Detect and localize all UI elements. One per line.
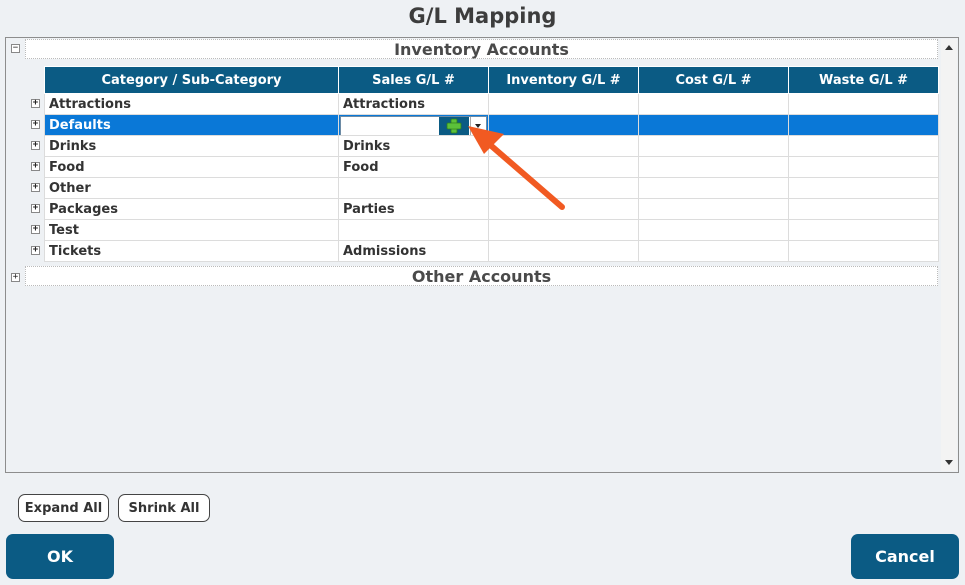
inventory-gl-cell[interactable] [488,156,639,178]
scroll-down-icon[interactable] [945,460,953,465]
inventory-gl-cell[interactable] [488,135,639,157]
category-label: Defaults [49,117,111,133]
chevron-down-icon[interactable] [470,117,486,135]
cost-gl-cell[interactable] [638,177,789,199]
waste-gl-cell[interactable] [788,198,939,220]
category-label: Attractions [49,96,131,112]
column-header-cost-gl[interactable]: Cost G/L # [638,66,789,94]
cost-gl-cell[interactable] [638,240,789,262]
waste-gl-cell[interactable] [788,156,939,178]
sales-gl-cell[interactable]: Drinks [338,135,489,157]
cancel-button[interactable]: Cancel [851,534,959,579]
inventory-gl-cell[interactable] [488,177,639,199]
vertical-scrollbar[interactable] [941,39,957,471]
waste-gl-cell[interactable] [788,219,939,241]
sales-gl-cell[interactable]: Food [338,156,489,178]
row-expand-icon[interactable]: + [31,99,40,108]
table-row-drinks[interactable]: + Drinks Drinks [31,135,939,157]
category-label: Food [49,159,85,175]
sales-gl-edit-cell[interactable] [338,114,489,136]
shrink-all-button[interactable]: Shrink All [118,494,210,522]
cost-gl-cell[interactable] [638,198,789,220]
table-row-tickets[interactable]: + Tickets Admissions [31,240,939,262]
waste-gl-cell[interactable] [788,177,939,199]
cost-gl-cell[interactable] [638,156,789,178]
category-label: Other [49,180,91,196]
table-row-test[interactable]: + Test [31,219,939,241]
table-row-defaults[interactable]: + Defaults [31,114,939,136]
sales-gl-combobox[interactable] [340,116,487,135]
category-cell[interactable]: + Packages [31,198,339,220]
category-label: Drinks [49,138,97,154]
cost-gl-cell[interactable] [638,135,789,157]
sales-gl-cell[interactable] [338,177,489,199]
window-title: G/L Mapping [408,4,557,28]
other-group-expand-icon[interactable]: + [11,273,20,282]
inventory-accounts-header: Inventory Accounts [25,39,938,59]
add-gl-account-button[interactable] [439,117,469,135]
scroll-up-icon[interactable] [945,45,953,50]
category-cell[interactable]: + Defaults [31,114,339,136]
cost-gl-cell[interactable] [638,114,789,136]
waste-gl-cell[interactable] [788,240,939,262]
column-header-waste-gl[interactable]: Waste G/L # [788,66,939,94]
inventory-group-collapse-icon[interactable]: − [11,44,20,53]
inventory-gl-cell[interactable] [488,93,639,115]
waste-gl-cell[interactable] [788,93,939,115]
inventory-gl-cell[interactable] [488,240,639,262]
ok-button[interactable]: OK [6,534,114,579]
gl-mapping-panel: − Inventory Accounts Category / Sub-Cate… [5,37,959,473]
category-cell[interactable]: + Food [31,156,339,178]
cost-gl-cell[interactable] [638,219,789,241]
inventory-gl-cell[interactable] [488,219,639,241]
table-row-food[interactable]: + Food Food [31,156,939,178]
sales-gl-cell[interactable]: Attractions [338,93,489,115]
column-header-sales-gl[interactable]: Sales G/L # [338,66,489,94]
row-expand-icon[interactable]: + [31,141,40,150]
category-cell[interactable]: + Tickets [31,240,339,262]
row-expand-icon[interactable]: + [31,183,40,192]
row-expand-icon[interactable]: + [31,120,40,129]
inventory-gl-cell[interactable] [488,114,639,136]
sales-gl-cell[interactable]: Admissions [338,240,489,262]
waste-gl-cell[interactable] [788,135,939,157]
row-expand-icon[interactable]: + [31,162,40,171]
cost-gl-cell[interactable] [638,93,789,115]
category-label: Test [49,222,79,238]
sales-gl-cell[interactable] [338,219,489,241]
table-row-attractions[interactable]: + Attractions Attractions [31,93,939,115]
plus-icon [446,118,462,134]
expand-all-button[interactable]: Expand All [18,494,109,522]
table-row-other[interactable]: + Other [31,177,939,199]
category-label: Tickets [49,243,102,259]
column-header-category[interactable]: Category / Sub-Category [44,66,339,94]
sales-gl-cell[interactable]: Parties [338,198,489,220]
column-header-inventory-gl[interactable]: Inventory G/L # [488,66,639,94]
inventory-gl-cell[interactable] [488,198,639,220]
category-cell[interactable]: + Other [31,177,339,199]
row-expand-icon[interactable]: + [31,225,40,234]
row-expand-icon[interactable]: + [31,204,40,213]
waste-gl-cell[interactable] [788,114,939,136]
sales-gl-input[interactable] [343,118,437,134]
inventory-accounts-table: Category / Sub-Category Sales G/L # Inve… [31,66,939,262]
row-expand-icon[interactable]: + [31,246,40,255]
table-row-packages[interactable]: + Packages Parties [31,198,939,220]
table-header-row: Category / Sub-Category Sales G/L # Inve… [44,66,939,94]
category-cell[interactable]: + Attractions [31,93,339,115]
category-cell[interactable]: + Drinks [31,135,339,157]
other-accounts-header: Other Accounts [25,266,938,286]
category-label: Packages [49,201,118,217]
category-cell[interactable]: + Test [31,219,339,241]
